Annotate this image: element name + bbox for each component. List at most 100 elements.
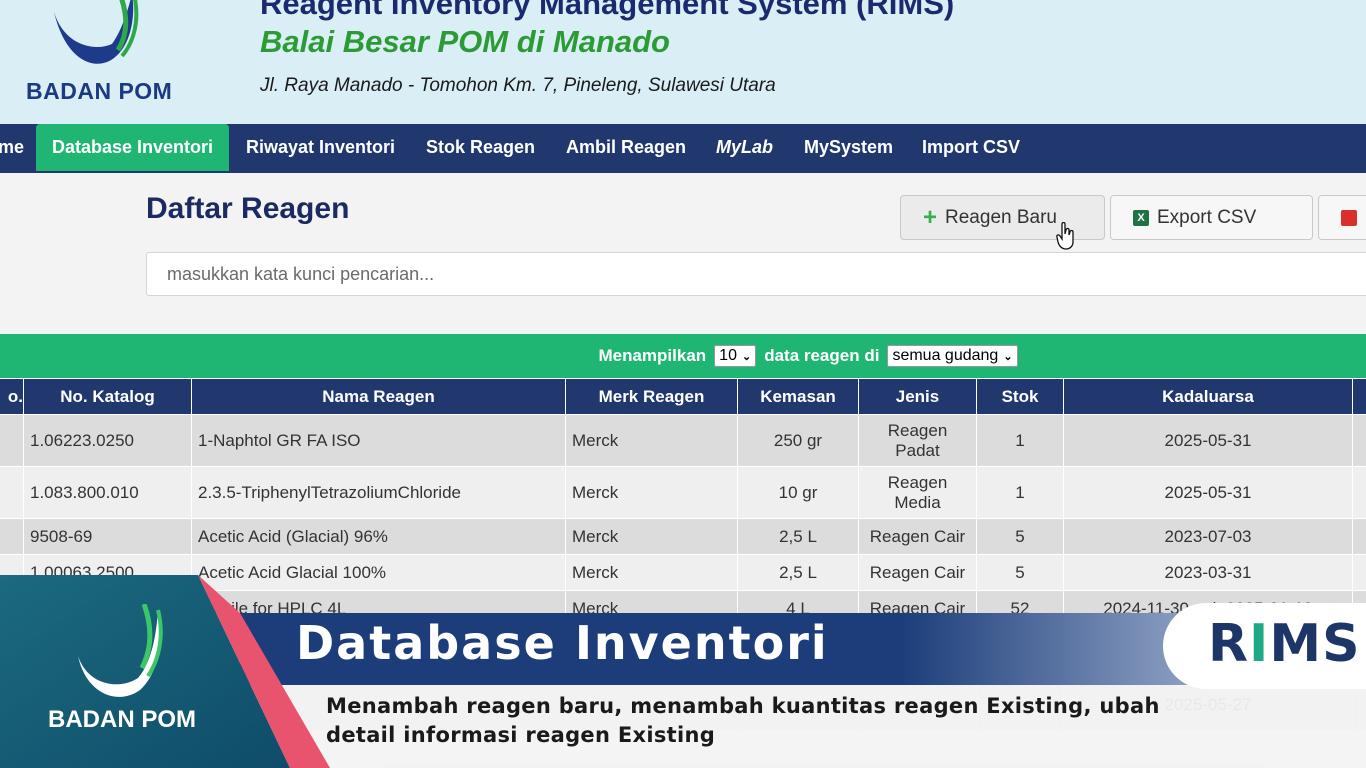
rows-per-page-select[interactable]: 10 ⌄ xyxy=(714,345,757,367)
cell-nama: onitrile for HPLC 4L xyxy=(191,590,566,627)
mouse-cursor-icon xyxy=(1056,222,1074,250)
plus-icon: + xyxy=(923,203,938,231)
cell-kadaluarsa: 2025-05-31 xyxy=(1063,414,1353,467)
table-row[interactable] xyxy=(0,626,1366,679)
cell-katalog xyxy=(23,590,192,627)
nav-item-riwayat-inventori[interactable]: Riwayat Inventori xyxy=(246,124,395,173)
new-reagent-label: Reagen Baru xyxy=(945,206,1057,228)
nav-item-import-csv[interactable]: Import CSV xyxy=(922,124,1020,173)
cell-merk: Merck xyxy=(565,414,738,467)
cell-stok xyxy=(976,626,1064,679)
nav-item-mysystem[interactable]: MySystem xyxy=(804,124,893,173)
nav-item-home[interactable]: me xyxy=(0,124,24,173)
cell-kemasan xyxy=(737,678,859,731)
cell-jenis xyxy=(858,626,977,679)
col-header-kemasan[interactable]: Kemasan xyxy=(737,378,859,415)
cell-katalog: 9508-69 xyxy=(23,518,192,555)
cell-merk: Merck xyxy=(565,590,738,627)
cell-jenis: Reagen Cair xyxy=(858,590,977,627)
cell-stok: 52 xyxy=(976,590,1064,627)
cell-no xyxy=(0,466,24,519)
cell-katalog: 1.00063.2500 xyxy=(23,554,192,591)
col-header-jenis[interactable]: Jenis xyxy=(858,378,977,415)
cell-kadaluarsa xyxy=(1063,626,1353,679)
cell-kadaluarsa: 2025-05-31 xyxy=(1063,466,1353,519)
export-csv-button[interactable]: X Export CSV xyxy=(1110,195,1313,240)
reagent-table: o. No. Katalog Nama Reagen Merk Reagen K… xyxy=(0,378,1366,731)
export-csv-label: Export CSV xyxy=(1157,206,1257,228)
system-address: Jl. Raya Manado - Tomohon Km. 7, Pinelen… xyxy=(260,75,776,96)
cell-nama xyxy=(191,678,566,731)
cell-merk: Merck xyxy=(565,518,738,555)
cell-extra xyxy=(1352,554,1366,591)
cell-stok xyxy=(976,678,1064,731)
col-header-no[interactable]: o. xyxy=(0,378,24,415)
col-header-kadaluarsa[interactable]: Kadaluarsa xyxy=(1063,378,1353,415)
cell-kemasan: 250 gr xyxy=(737,414,859,467)
table-row[interactable]: onitrile for HPLC 4L Merck 4 L Reagen Ca… xyxy=(0,590,1366,627)
table-row[interactable]: 1.06223.0250 1-Naphtol GR FA ISO Merck 2… xyxy=(0,414,1366,467)
cell-nama xyxy=(191,626,566,679)
delete-button[interactable] xyxy=(1318,195,1366,240)
table-row[interactable]: 1.00063.2500 Acetic Acid Glacial 100% Me… xyxy=(0,554,1366,591)
reagent-table-wrapper: o. No. Katalog Nama Reagen Merk Reagen K… xyxy=(0,378,1366,768)
warehouse-select[interactable]: semua gudang ⌄ xyxy=(887,345,1018,367)
cell-katalog: 1.06223.0250 xyxy=(23,414,192,467)
col-header-nama[interactable]: Nama Reagen xyxy=(191,378,566,415)
cell-stok: 1 xyxy=(976,466,1064,519)
filter-prefix: Menampilkan xyxy=(598,346,707,365)
app-header: BADAN POM Reagent Inventory Management S… xyxy=(0,0,1366,124)
cell-kemasan: 4 L xyxy=(737,590,859,627)
cell-jenis xyxy=(858,678,977,731)
cell-no xyxy=(0,414,24,467)
cell-no xyxy=(0,626,24,679)
cell-kemasan: 2,5 L xyxy=(737,554,859,591)
table-row[interactable]: 2025-05-27 xyxy=(0,678,1366,731)
rows-per-page-value: 10 xyxy=(719,347,737,364)
cell-katalog xyxy=(23,626,192,679)
cell-no xyxy=(0,678,24,731)
brand-name: BADAN POM xyxy=(26,78,173,104)
col-header-stok[interactable]: Stok xyxy=(976,378,1064,415)
cell-jenis: Reagen Media xyxy=(858,466,977,519)
nav-item-database-inventori[interactable]: Database Inventori xyxy=(36,124,230,171)
nav-item-ambil-reagen[interactable]: Ambil Reagen xyxy=(566,124,686,173)
excel-icon: X xyxy=(1133,209,1149,226)
cell-kadaluarsa: 2025-05-27 xyxy=(1063,678,1353,731)
table-row[interactable]: 9508-69 Acetic Acid (Glacial) 96% Merck … xyxy=(0,518,1366,555)
cell-nama: Acetic Acid Glacial 100% xyxy=(191,554,566,591)
cell-nama: Acetic Acid (Glacial) 96% xyxy=(191,518,566,555)
cell-nama: 2.3.5-TriphenylTetrazoliumChloride xyxy=(191,466,566,519)
nav-item-mylab[interactable]: MyLab xyxy=(716,124,773,173)
col-header-katalog[interactable]: No. Katalog xyxy=(23,378,192,415)
cell-no xyxy=(0,518,24,555)
system-title: Reagent Inventory Management System (RIM… xyxy=(260,0,955,21)
cell-kadaluarsa: 2023-03-31 xyxy=(1063,554,1353,591)
cell-kemasan xyxy=(737,626,859,679)
cell-katalog xyxy=(23,678,192,731)
nav-item-stok-reagen[interactable]: Stok Reagen xyxy=(426,124,535,173)
cell-no xyxy=(0,590,24,627)
cell-extra xyxy=(1352,678,1366,731)
cell-kemasan: 10 gr xyxy=(737,466,859,519)
search-input[interactable] xyxy=(146,252,1366,296)
cell-kemasan: 2,5 L xyxy=(737,518,859,555)
table-header-row: o. No. Katalog Nama Reagen Merk Reagen K… xyxy=(0,378,1366,415)
cell-extra xyxy=(1352,466,1366,519)
col-header-merk[interactable]: Merk Reagen xyxy=(565,378,738,415)
main-nav: me Database Inventori Riwayat Inventori … xyxy=(0,124,1366,173)
cell-nama: 1-Naphtol GR FA ISO xyxy=(191,414,566,467)
page-title: Daftar Reagen xyxy=(146,192,350,225)
filter-bar: Menampilkan 10 ⌄ data reagen di semua gu… xyxy=(0,334,1366,378)
col-header-extra xyxy=(1352,378,1366,415)
cell-jenis: Reagen Padat xyxy=(858,414,977,467)
cell-extra xyxy=(1352,414,1366,467)
cell-extra xyxy=(1352,626,1366,679)
delete-icon xyxy=(1341,209,1357,226)
cell-extra xyxy=(1352,518,1366,555)
chevron-down-icon: ⌄ xyxy=(741,350,752,363)
table-row[interactable]: 1.083.800.010 2.3.5-TriphenylTetrazolium… xyxy=(0,466,1366,519)
cell-stok: 5 xyxy=(976,554,1064,591)
cell-katalog: 1.083.800.010 xyxy=(23,466,192,519)
cell-kadaluarsa: 2024-11-30 s.d. 2025-01-12 xyxy=(1063,590,1353,627)
